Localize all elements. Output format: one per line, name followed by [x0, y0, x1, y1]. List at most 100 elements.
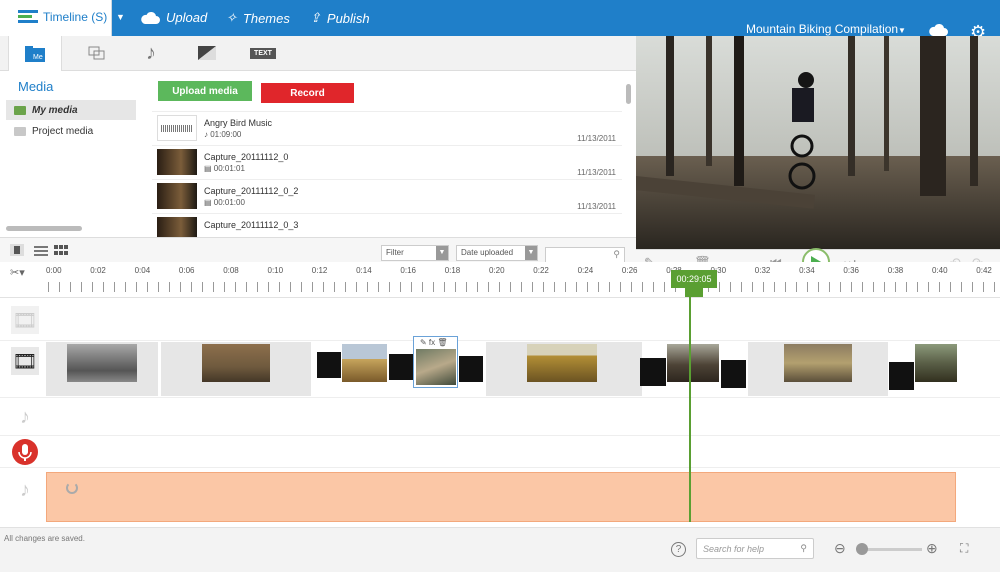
ruler-tick-label: 0:42 — [976, 266, 992, 275]
media-search-input[interactable]: ⚲ — [545, 247, 625, 263]
filmstrip-view-icon[interactable] — [10, 244, 24, 256]
ruler-tick-label: 0:16 — [400, 266, 416, 275]
themes-button[interactable]: ✧ Themes — [226, 10, 290, 26]
clip-edit-icons[interactable]: ✎ fx 🗑 — [420, 338, 448, 347]
folder-my-media[interactable]: My media — [6, 100, 136, 120]
filter-select[interactable]: Filter ▼ — [381, 245, 449, 261]
media-name: Capture_20111112_0_2 — [204, 186, 299, 196]
help-search-placeholder: Search for help — [703, 544, 765, 554]
zoom-slider-handle[interactable] — [856, 543, 868, 555]
timeline-dropdown-icon[interactable]: ▼ — [116, 12, 125, 22]
vertical-scrollbar[interactable] — [626, 84, 631, 104]
publish-button[interactable]: ⇪ Publish — [310, 10, 370, 26]
clip-thumbnail — [667, 344, 719, 382]
tab-media[interactable]: Me — [8, 36, 62, 71]
ruler-tick-label: 0:36 — [843, 266, 859, 275]
cloud-save-icon[interactable] — [928, 23, 948, 37]
media-date: 11/13/2011 — [577, 168, 616, 177]
media-heading: Media — [18, 79, 54, 94]
cloud-upload-icon — [141, 11, 160, 24]
ruler-tick-label: 0:22 — [533, 266, 549, 275]
playhead-handle[interactable] — [685, 287, 703, 297]
sort-select[interactable]: Date uploaded ▼ — [456, 245, 538, 261]
fit-to-screen-icon[interactable]: ⛶ — [960, 541, 968, 556]
list-item[interactable]: Angry Bird Music ♪ 01:09:00 11/13/2011 — [152, 111, 622, 145]
zoom-in-icon[interactable]: ⊕ — [926, 540, 938, 557]
upload-button[interactable]: Upload — [140, 10, 207, 25]
duration-value: 00:01:00 — [213, 198, 245, 207]
tab-effects[interactable] — [180, 36, 234, 70]
folder-label: Project media — [32, 125, 94, 137]
ruler-tick-label: 0:00 — [46, 266, 62, 275]
grid-view-icon[interactable] — [54, 244, 68, 256]
tools-icon[interactable]: ✂▾ — [10, 266, 25, 279]
music-track: ♪ — [0, 398, 1000, 436]
folder-label: My media — [32, 104, 78, 116]
video-preview[interactable] — [636, 36, 1000, 249]
ruler-tick-label: 0:06 — [178, 266, 195, 275]
search-icon: ⚲ — [613, 249, 620, 259]
ruler-tick-label: 0:20 — [489, 266, 505, 275]
tab-text[interactable]: TEXT — [236, 36, 290, 70]
playhead-time[interactable]: 00:29:05 — [671, 270, 717, 288]
upload-arrow-icon: ⇪ — [310, 10, 321, 25]
help-search-input[interactable]: Search for help ⚲ — [696, 538, 814, 559]
black-transition[interactable] — [317, 352, 341, 378]
clip-thumbnail — [67, 344, 137, 382]
selected-clip[interactable]: ✎ fx 🗑 — [413, 336, 458, 388]
filter-label: Filter — [386, 248, 404, 257]
black-transition[interactable] — [640, 358, 666, 386]
clip-thumbnail — [915, 344, 957, 382]
record-button[interactable]: Record — [261, 83, 354, 103]
fade-icon — [198, 46, 216, 60]
list-item[interactable]: Capture_20111112_0_3 — [152, 213, 622, 238]
ruler-tick-label: 0:24 — [577, 266, 594, 275]
video-thumbnail — [157, 149, 197, 175]
list-item[interactable]: Capture_20111112_0 ▤ 00:01:01 11/13/2011 — [152, 145, 622, 179]
clip-thumbnail — [527, 344, 597, 382]
black-transition[interactable] — [459, 356, 483, 382]
media-name: Capture_20111112_0 — [204, 152, 289, 162]
loading-spinner-icon — [66, 482, 78, 494]
chevron-down-icon: ▼ — [436, 246, 448, 260]
playhead-line — [689, 296, 691, 522]
microphone-icon[interactable] — [11, 438, 39, 466]
black-transition[interactable] — [889, 362, 914, 390]
folder-project-media[interactable]: Project media — [6, 121, 136, 141]
timeline-tab[interactable]: Timeline (S) — [0, 0, 112, 36]
audio-clip[interactable] — [46, 472, 956, 522]
media-tabs: Me ♪ TEXT — [0, 36, 636, 71]
publish-label: Publish — [326, 10, 370, 26]
ruler-tick-label: 0:32 — [754, 266, 771, 275]
timeline-ruler[interactable]: ✂▾ 0:00 0:02 0:04 0:06 0:08 0:10 0:12 0:14 0:16 0… — [0, 262, 1000, 298]
transitions-icon — [88, 46, 105, 60]
tab-music[interactable]: ♪ — [124, 36, 178, 70]
ruler-tick-label: 0:04 — [134, 266, 151, 275]
timeline-icon — [18, 10, 38, 24]
chevron-down-icon[interactable]: ▼ — [898, 26, 906, 35]
black-transition[interactable] — [389, 354, 413, 380]
list-view-icon[interactable] — [34, 244, 48, 256]
themes-label: Themes — [242, 10, 290, 26]
project-title[interactable]: Mountain Biking Compilation — [746, 22, 898, 36]
black-transition[interactable] — [721, 360, 746, 388]
ruler-tick-label: 0:26 — [621, 266, 638, 275]
ruler-tick-label: 0:14 — [356, 266, 372, 275]
magic-wand-icon: ✧ — [226, 10, 237, 25]
media-sidebar: Media My media Project media — [0, 71, 145, 236]
clip-thumbnail — [416, 349, 456, 385]
top-bar: Timeline (S) ▼ Upload ✧ Themes ⇪ Publish… — [0, 0, 1000, 42]
media-date: 11/13/2011 — [577, 134, 616, 143]
help-icon[interactable]: ? — [671, 542, 686, 557]
clip-thumbnail[interactable] — [342, 344, 387, 382]
zoom-out-icon[interactable]: ⊖ — [834, 540, 846, 557]
media-footer: Filter ▼ Date uploaded ▼ — [0, 237, 636, 265]
tab-transitions[interactable] — [70, 36, 124, 70]
music-note-icon: ♪ — [20, 478, 30, 501]
horizontal-scrollbar[interactable] — [6, 226, 82, 231]
timeline-tab-label: Timeline (S) — [43, 10, 108, 24]
media-date: 11/13/2011 — [577, 202, 616, 211]
video-thumbnail — [157, 183, 197, 209]
upload-media-button[interactable]: Upload media — [158, 81, 252, 101]
list-item[interactable]: Capture_20111112_0_2 ▤ 00:01:00 11/13/20… — [152, 179, 622, 213]
